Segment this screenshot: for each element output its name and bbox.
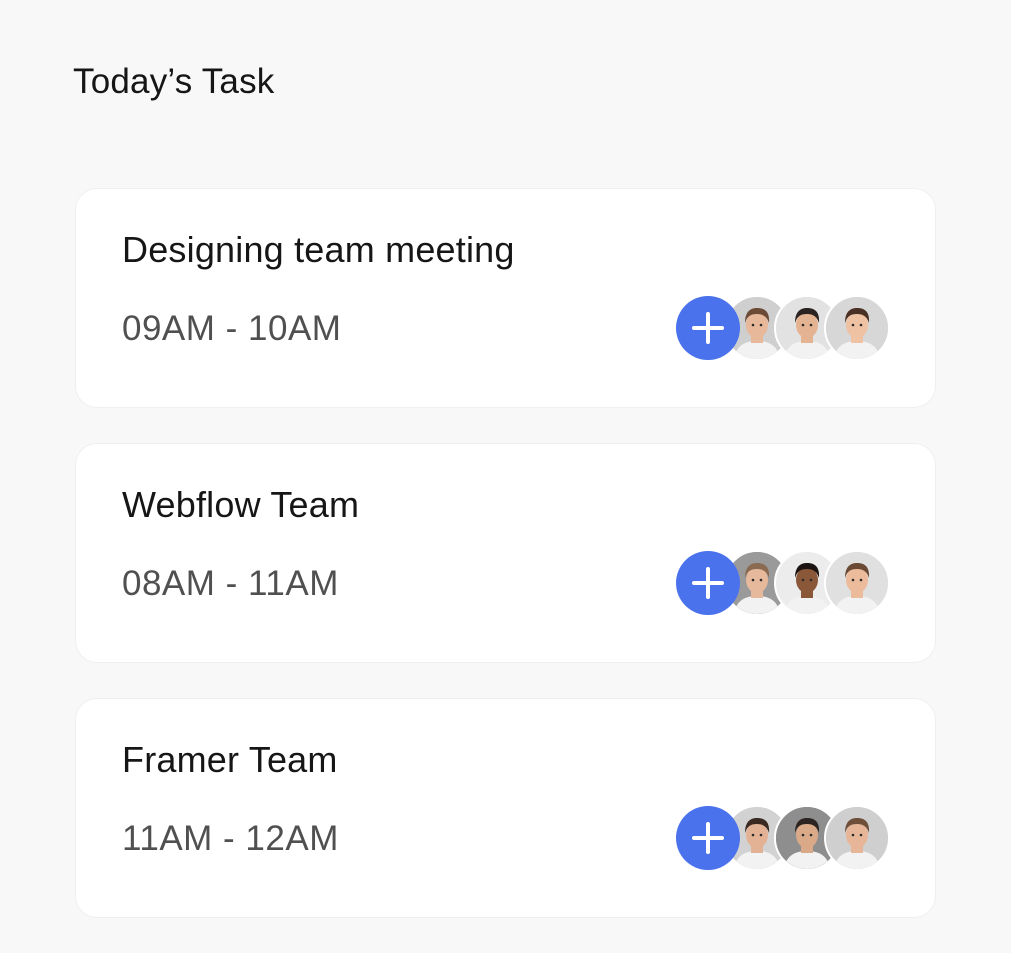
avatar-portrait (826, 552, 888, 614)
task-card[interactable]: Webflow Team 08AM - 11AM (75, 443, 936, 663)
add-attendee-button[interactable] (676, 551, 740, 615)
task-time: 09AM - 10AM (122, 309, 342, 348)
add-attendee-button[interactable] (676, 806, 740, 870)
plus-icon (692, 312, 724, 344)
task-name: Webflow Team (122, 484, 360, 525)
plus-icon (692, 822, 724, 854)
task-time: 08AM - 11AM (122, 564, 339, 603)
plus-icon (692, 567, 724, 599)
avatar[interactable] (824, 550, 890, 616)
page-title: Today’s Task (73, 62, 275, 101)
add-attendee-button[interactable] (676, 296, 740, 360)
task-name: Designing team meeting (122, 229, 515, 270)
task-time: 11AM - 12AM (122, 819, 339, 858)
task-name: Framer Team (122, 739, 338, 780)
avatar[interactable] (824, 805, 890, 871)
attendee-group (676, 550, 890, 616)
attendee-group (676, 805, 890, 871)
task-card[interactable]: Framer Team 11AM - 12AM (75, 698, 936, 918)
avatar-portrait (826, 297, 888, 359)
task-card[interactable]: Designing team meeting 09AM - 10AM (75, 188, 936, 408)
attendee-group (676, 295, 890, 361)
avatar-portrait (826, 807, 888, 869)
task-list: Designing team meeting 09AM - 10AM Webfl… (75, 188, 936, 953)
avatar[interactable] (824, 295, 890, 361)
